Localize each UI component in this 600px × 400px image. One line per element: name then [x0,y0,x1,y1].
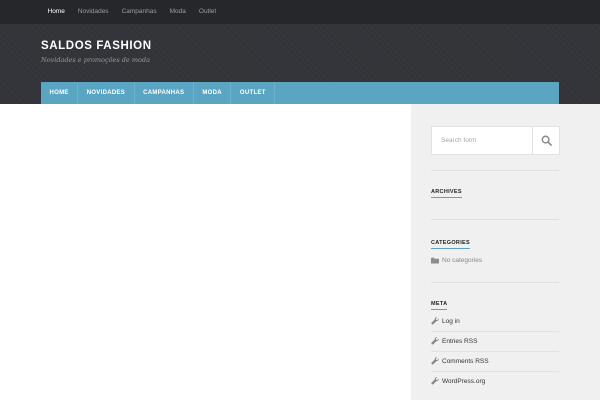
top-nav-item-novidades[interactable]: Novidades [71,0,115,24]
folder-icon [431,257,441,264]
search-widget [431,126,560,155]
search-button[interactable] [532,127,559,154]
search-icon [541,135,552,146]
top-nav-item-moda[interactable]: Moda [163,0,192,24]
main-nav-item-home[interactable]: HOME [41,82,79,104]
meta-link-entries-rss[interactable]: Entries RSS [431,331,559,351]
meta-widget-title: META [431,301,448,310]
site-description: Novidades e promoções de moda [41,56,150,64]
widget-divider [431,219,559,220]
wrench-icon [431,357,441,365]
widget-divider [431,282,559,283]
sidebar: ARCHIVES CATEGORIES No categories META L… [411,104,600,400]
widget-divider [431,170,559,171]
top-nav-item-home[interactable]: Home [41,0,71,24]
top-nav-item-campanhas[interactable]: Campanhas [115,0,163,24]
meta-link-comments-rss[interactable]: Comments RSS [431,351,559,371]
top-nav-item-outlet[interactable]: Outlet [192,0,222,24]
main-nav-menu: HOME NOVIDADES CAMPANHAS MODA OUTLET [41,82,559,104]
top-nav-bar: Home Novidades Campanhas Moda Outlet [0,0,600,24]
meta-link-label[interactable]: Comments RSS [442,358,489,365]
categories-empty-item: No categories [431,250,559,270]
wrench-icon [431,377,441,385]
wrench-icon [431,337,441,345]
site-title[interactable]: SALDOS FASHION [41,40,152,52]
main-nav-item-novidades[interactable]: NOVIDADES [78,82,135,104]
main-nav-item-outlet[interactable]: OUTLET [231,82,276,104]
archives-widget-title: ARCHIVES [431,189,462,198]
categories-widget-title: CATEGORIES [431,240,470,249]
main-nav-item-campanhas[interactable]: CAMPANHAS [135,82,194,104]
meta-link-log-in[interactable]: Log in [431,311,559,331]
meta-link-label[interactable]: Log in [442,318,460,325]
categories-empty-text: No categories [442,256,483,264]
search-input[interactable] [432,127,532,154]
main-nav-item-moda[interactable]: MODA [194,82,232,104]
meta-link-label[interactable]: Entries RSS [442,338,477,345]
wrench-icon [431,317,441,325]
meta-link-wordpress-org[interactable]: WordPress.org [431,371,559,391]
meta-link-label[interactable]: WordPress.org [442,378,485,385]
main-nav-bar: HOME NOVIDADES CAMPANHAS MODA OUTLET [41,82,559,104]
top-nav-menu: Home Novidades Campanhas Moda Outlet [0,0,600,24]
